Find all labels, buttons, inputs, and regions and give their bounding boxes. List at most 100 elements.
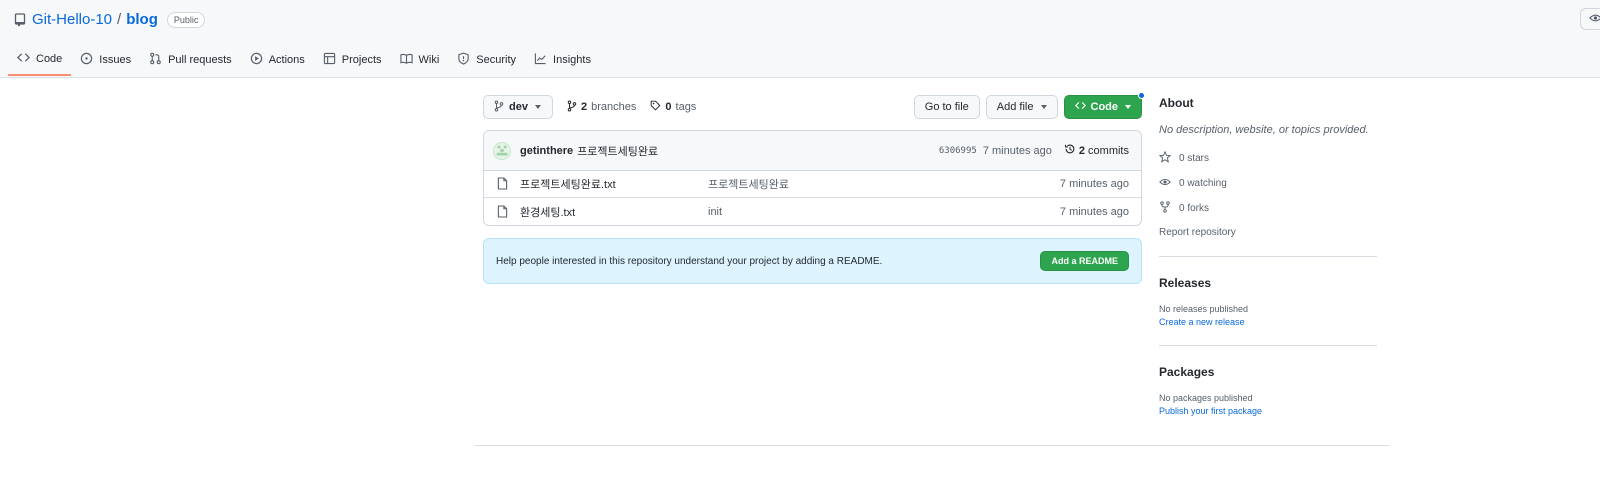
tab-insights[interactable]: Insights (525, 44, 600, 76)
add-file-label: Add file (996, 101, 1034, 113)
tags-link[interactable]: 0 tags (650, 100, 696, 114)
table-icon (323, 52, 336, 68)
tab-label: Projects (341, 54, 382, 66)
star-icon (1158, 150, 1172, 166)
tab-security[interactable]: Security (448, 44, 525, 76)
branches-label: branches (591, 101, 637, 113)
file-commit-time: 7 minutes ago (1059, 178, 1129, 190)
repo-sidebar: About No description, website, or topics… (1158, 96, 1377, 416)
add-readme-button[interactable]: Add a README (1040, 251, 1129, 271)
packages-heading[interactable]: Packages (1159, 365, 1377, 379)
branches-count: 2 (581, 101, 588, 113)
commits-count: 2 (1078, 144, 1086, 157)
watchers-link[interactable]: 0 watching (1159, 176, 1377, 191)
commit-sha-link[interactable]: 6306995 (939, 146, 977, 156)
tags-label: tags (675, 101, 697, 113)
visibility-badge: Public (166, 11, 206, 28)
footer-divider (475, 445, 1389, 446)
repo-owner-link[interactable]: Git-Hello-10 (32, 11, 112, 28)
forks-count: 0 forks (1179, 203, 1210, 214)
tab-label: Issues (99, 54, 132, 66)
code-button-wrap: Code (1063, 92, 1145, 119)
stars-count: 0 stars (1179, 153, 1210, 164)
chevron-down-icon (1125, 105, 1131, 109)
tab-label: Actions (268, 54, 305, 66)
pull-request-icon (149, 52, 162, 68)
stars-link[interactable]: 0 stars (1158, 150, 1377, 166)
code-icon (1074, 100, 1086, 114)
repo-title: Git-Hello-10 / blog Public (14, 11, 206, 28)
play-icon (250, 52, 263, 68)
repo-tabs: Code Issues Pull requests Actions Projec… (8, 44, 600, 78)
branch-select-button[interactable]: dev (483, 95, 553, 119)
go-to-file-button[interactable]: Go to file (913, 95, 980, 119)
branches-link[interactable]: 2 branches (567, 100, 636, 115)
issue-icon (80, 52, 93, 68)
tab-label: Pull requests (168, 54, 232, 66)
commit-message-link[interactable]: 프로젝트세팅완료 (577, 143, 658, 159)
latest-commit-row: getinthere 프로젝트세팅완료 6306995 7 minutes ag… (484, 131, 1141, 171)
watching-count: 0 watching (1179, 178, 1227, 189)
packages-empty-text: No packages published (1159, 393, 1253, 403)
code-button-label: Code (1090, 101, 1119, 113)
git-branch-icon (567, 100, 577, 115)
file-commit-time: 7 minutes ago (1059, 205, 1129, 218)
tab-label: Code (36, 53, 63, 65)
publish-package-link[interactable]: Publish your first package (1159, 406, 1377, 416)
add-file-button[interactable]: Add file (985, 95, 1058, 119)
branch-name: dev (509, 101, 528, 113)
graph-icon (534, 52, 547, 68)
tab-code[interactable]: Code (8, 44, 72, 76)
tags-count: 0 (665, 101, 672, 113)
table-row[interactable]: 프로젝트세팅완료.txt 프로젝트세팅완료 7 minutes ago (484, 171, 1141, 198)
create-release-link[interactable]: Create a new release (1159, 317, 1377, 327)
fork-icon (1159, 201, 1171, 216)
repo-main: dev 2 branches 0 tags Go to file Add fil… (483, 92, 1145, 284)
chevron-down-icon (534, 105, 541, 109)
releases-empty-text: No releases published (1159, 304, 1249, 314)
tab-label: Wiki (418, 54, 440, 66)
avatar[interactable] (493, 141, 511, 160)
repo-header: Git-Hello-10 / blog Public Code Issues P… (0, 0, 1600, 78)
tab-projects[interactable]: Projects (314, 44, 391, 76)
tab-wiki[interactable]: Wiki (391, 44, 449, 76)
file-name-link[interactable]: 프로젝트세팅완료.txt (520, 176, 708, 192)
commits-label: commits (1088, 144, 1129, 157)
chevron-down-icon (1040, 105, 1047, 109)
watch-button[interactable] (1580, 8, 1600, 30)
file-icon (497, 177, 509, 191)
file-name-link[interactable]: 환경세팅.txt (520, 204, 708, 220)
shield-icon (457, 52, 470, 68)
tab-label: Insights (553, 54, 591, 66)
about-description: No description, website, or topics provi… (1159, 124, 1369, 136)
tab-actions[interactable]: Actions (241, 44, 314, 76)
repo-icon (14, 12, 26, 27)
book-icon (399, 52, 413, 68)
commits-history-link[interactable]: 2 commits (1064, 143, 1129, 158)
releases-heading[interactable]: Releases (1159, 276, 1377, 290)
about-heading: About (1159, 96, 1194, 110)
history-icon (1064, 143, 1076, 158)
tab-pull-requests[interactable]: Pull requests (140, 44, 241, 76)
commit-time: 7 minutes ago (982, 144, 1052, 157)
tab-label: Security (476, 54, 517, 66)
commit-author-link[interactable]: getinthere (520, 145, 573, 157)
notification-dot (1138, 92, 1145, 99)
repo-separator: / (117, 11, 122, 28)
file-commit-message[interactable]: 프로젝트세팅완료 (708, 176, 1060, 192)
forks-link[interactable]: 0 forks (1159, 201, 1377, 216)
file-list: getinthere 프로젝트세팅완료 6306995 7 minutes ag… (483, 130, 1142, 226)
table-row[interactable]: 환경세팅.txt init 7 minutes ago (484, 198, 1141, 225)
sidebar-divider (1159, 256, 1377, 257)
report-repository-link[interactable]: Report repository (1159, 227, 1377, 238)
code-dropdown-button[interactable]: Code (1063, 95, 1142, 119)
readme-prompt-text: Help people interested in this repositor… (496, 255, 883, 267)
repo-name-link[interactable]: blog (126, 11, 158, 28)
tag-icon (650, 100, 661, 114)
eye-icon (1589, 13, 1600, 26)
file-toolbar: dev 2 branches 0 tags Go to file Add fil… (483, 92, 1145, 119)
eye-icon (1159, 176, 1171, 191)
file-icon (497, 204, 509, 219)
file-commit-message[interactable]: init (708, 206, 1060, 218)
tab-issues[interactable]: Issues (71, 44, 140, 76)
